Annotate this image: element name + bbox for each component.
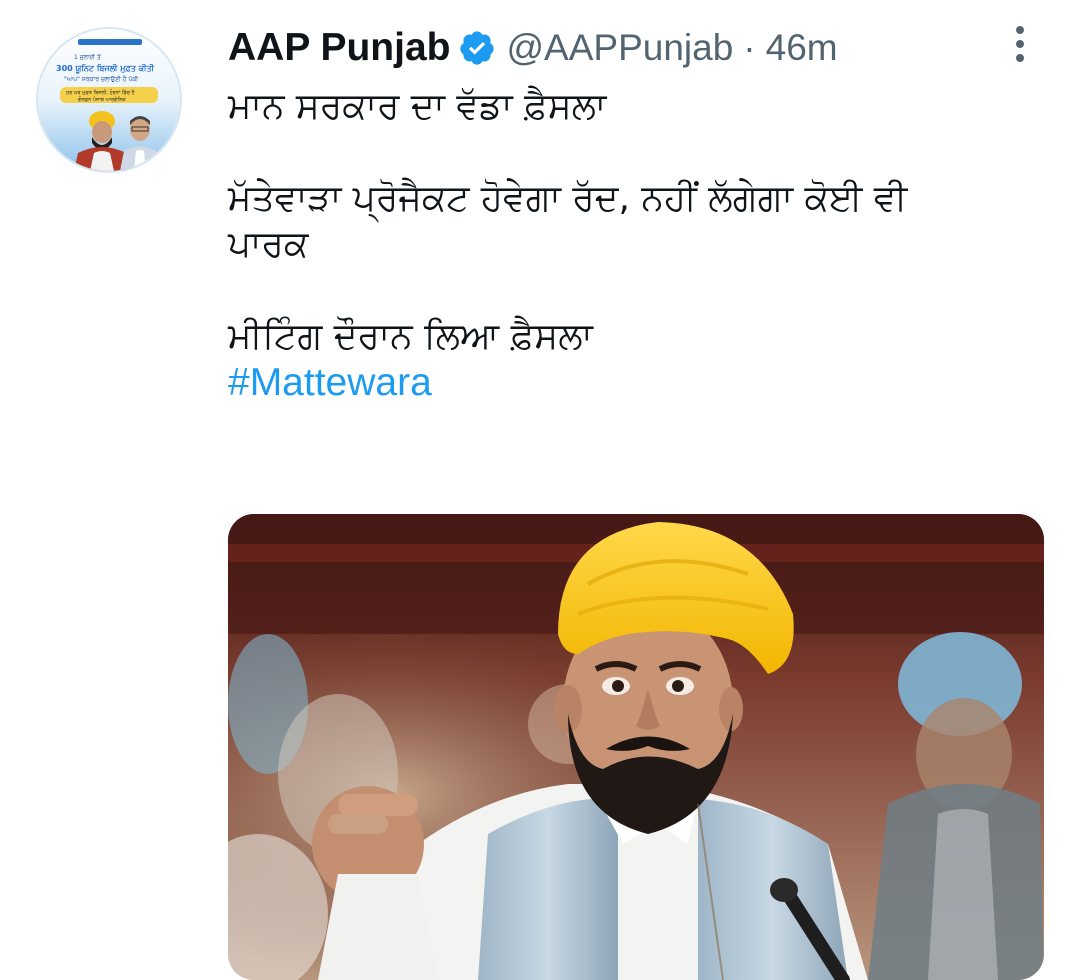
tweet-media-image[interactable] — [228, 514, 1044, 980]
timestamp[interactable]: 46m — [766, 27, 838, 69]
media-photo — [228, 514, 1044, 980]
tweet[interactable]: 1 ਜੁਲਾਈ ਤੋਂ 300 ਯੂਨਿਟ ਬਿਜਲੀ ਮੁਫ਼ਤ ਕੀਤੀ "… — [0, 0, 1080, 980]
display-name[interactable]: AAP Punjab — [228, 26, 450, 70]
tweet-text-line: ਮਾਨ ਸਰਕਾਰ ਦਾ ਵੱਡਾ ਫ਼ੈਸਲਾ — [228, 86, 607, 127]
tweet-text-line: ਪਾਰਕ — [228, 224, 309, 265]
verified-badge-icon — [458, 29, 496, 67]
tweet-header: AAP Punjab @AAPPunjab · 46m — [228, 22, 838, 74]
tweet-text-line: ਮੀਟਿੰਗ ਦੌਰਾਨ ਲਿਆ ਫ਼ੈਸਲਾ — [228, 316, 593, 357]
hashtag-link[interactable]: #Mattewara — [228, 360, 1028, 406]
profile-avatar[interactable]: 1 ਜੁਲਾਈ ਤੋਂ 300 ਯੂਨਿਟ ਬਿਜਲੀ ਮੁਫ਼ਤ ਕੀਤੀ "… — [36, 27, 182, 173]
handle[interactable]: @AAPPunjab — [506, 27, 733, 69]
more-vertical-icon[interactable] — [1008, 24, 1032, 64]
avatar-banner-line1: 1 ਜੁਲਾਈ ਤੋਂ — [74, 53, 101, 61]
avatar-banner-line5: ਗੋਲਡਨ ਪੰਜਾਬ ਆਰਗੇਨਿਕ — [77, 96, 126, 103]
avatar-image: 1 ਜੁਲਾਈ ਤੋਂ 300 ਯੂਨਿਟ ਬਿਜਲੀ ਮੁਫ਼ਤ ਕੀਤੀ "… — [38, 29, 180, 171]
avatar-banner-line2: 300 ਯੂਨਿਟ ਬਿਜਲੀ ਮੁਫ਼ਤ ਕੀਤੀ — [56, 63, 155, 74]
separator-dot: · — [743, 27, 756, 68]
tweet-text: ਮਾਨ ਸਰਕਾਰ ਦਾ ਵੱਡਾ ਫ਼ੈਸਲਾ ਮੱਤੇਵਾੜਾ ਪ੍ਰੋਜੈ… — [228, 84, 1028, 406]
avatar-banner-line4: ਹਰ ਘਰ ਮੁਫ਼ਤ ਬਿਜਲੀ, ਹੋਰਨਾਂ ਵਿੱਚ ਹੈ — [65, 89, 136, 96]
tweet-text-line: ਮੱਤੇਵਾੜਾ ਪ੍ਰੋਜੈਕਟ ਹੋਵੇਗਾ ਰੱਦ, ਨਹੀਂ ਲੱਗੇਗ… — [228, 178, 908, 219]
avatar-banner-line3: "ਆਪ" ਸਰਕਾਰ ਚਲਾਉਣੀ ਹੈ ਪੱਕੀ — [64, 75, 138, 83]
